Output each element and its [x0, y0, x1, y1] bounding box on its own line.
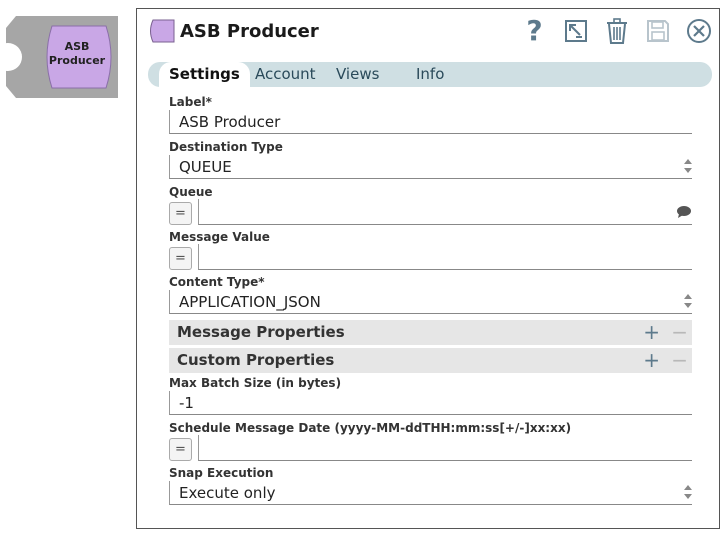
settings-tab-bar: Settings Account Views Info: [148, 62, 712, 87]
select-arrows-icon: [684, 485, 692, 499]
remove-message-property-button[interactable]: −: [671, 320, 688, 345]
close-icon: [686, 19, 711, 43]
tab-settings[interactable]: Settings: [159, 62, 250, 87]
tab-account[interactable]: Account: [255, 62, 316, 87]
snap-execution-select[interactable]: Execute only: [169, 481, 692, 505]
save-icon: [646, 20, 669, 42]
select-arrows-icon: [684, 159, 692, 173]
expression-toggle-icon: =: [175, 442, 186, 457]
message-value-expression-toggle[interactable]: =: [169, 247, 192, 270]
message-properties-section: Message Properties + −: [169, 320, 692, 345]
queue-expression-toggle[interactable]: =: [169, 202, 192, 225]
destination-type-title: Destination Type: [169, 140, 283, 154]
destination-type-select[interactable]: QUEUE: [169, 155, 692, 179]
add-message-property-button[interactable]: +: [643, 320, 660, 345]
select-arrows-icon: [684, 294, 692, 308]
destination-type-value: QUEUE: [179, 158, 232, 176]
dialog-title-bar: ASB Producer ?: [137, 9, 719, 57]
content-type-title: Content Type*: [169, 275, 265, 289]
message-value-title: Message Value: [169, 230, 270, 244]
add-custom-property-button[interactable]: +: [643, 348, 660, 373]
label-input-value: ASB Producer: [179, 113, 281, 131]
label-field-title: Label*: [169, 95, 212, 109]
max-batch-size-input[interactable]: -1: [169, 391, 692, 415]
custom-properties-title: Custom Properties: [177, 351, 335, 369]
export-button[interactable]: [561, 15, 590, 47]
dialog-toolbar: ?: [520, 15, 713, 47]
trash-icon: [606, 18, 627, 44]
expression-toggle-icon: =: [175, 206, 186, 221]
suggest-icon[interactable]: [676, 205, 692, 219]
snap-execution-value: Execute only: [179, 484, 276, 502]
dialog-title: ASB Producer: [180, 21, 319, 42]
export-icon: [564, 20, 587, 42]
content-type-select[interactable]: APPLICATION_JSON: [169, 290, 692, 314]
help-icon: ?: [526, 14, 543, 47]
remove-custom-property-button[interactable]: −: [671, 348, 688, 373]
content-type-value: APPLICATION_JSON: [179, 293, 321, 311]
tab-views[interactable]: Views: [336, 62, 379, 87]
snap-type-icon: [150, 19, 175, 43]
help-button[interactable]: ?: [520, 15, 549, 47]
schedule-date-expression-toggle[interactable]: =: [169, 438, 192, 461]
max-batch-size-title: Max Batch Size (in bytes): [169, 376, 342, 390]
expression-toggle-icon: =: [175, 251, 186, 266]
snap-execution-title: Snap Execution: [169, 466, 274, 480]
schedule-date-input[interactable]: [198, 435, 692, 461]
close-button[interactable]: [684, 15, 713, 47]
label-input[interactable]: ASB Producer: [169, 110, 692, 134]
schedule-date-title: Schedule Message Date (yyyy-MM-ddTHH:mm:…: [169, 421, 572, 435]
delete-button[interactable]: [602, 15, 631, 47]
queue-title: Queue: [169, 185, 213, 199]
queue-input[interactable]: [198, 199, 692, 225]
custom-properties-section: Custom Properties + −: [169, 348, 692, 373]
max-batch-size-value: -1: [179, 394, 194, 412]
snap-settings-dialog: ASB Producer ? Settings Account Views In…: [136, 8, 720, 529]
tab-info[interactable]: Info: [416, 62, 444, 87]
save-button[interactable]: [643, 15, 672, 47]
message-properties-title: Message Properties: [177, 323, 345, 341]
message-value-input[interactable]: [198, 244, 692, 270]
snap-icon-label: ASB Producer: [48, 40, 106, 67]
